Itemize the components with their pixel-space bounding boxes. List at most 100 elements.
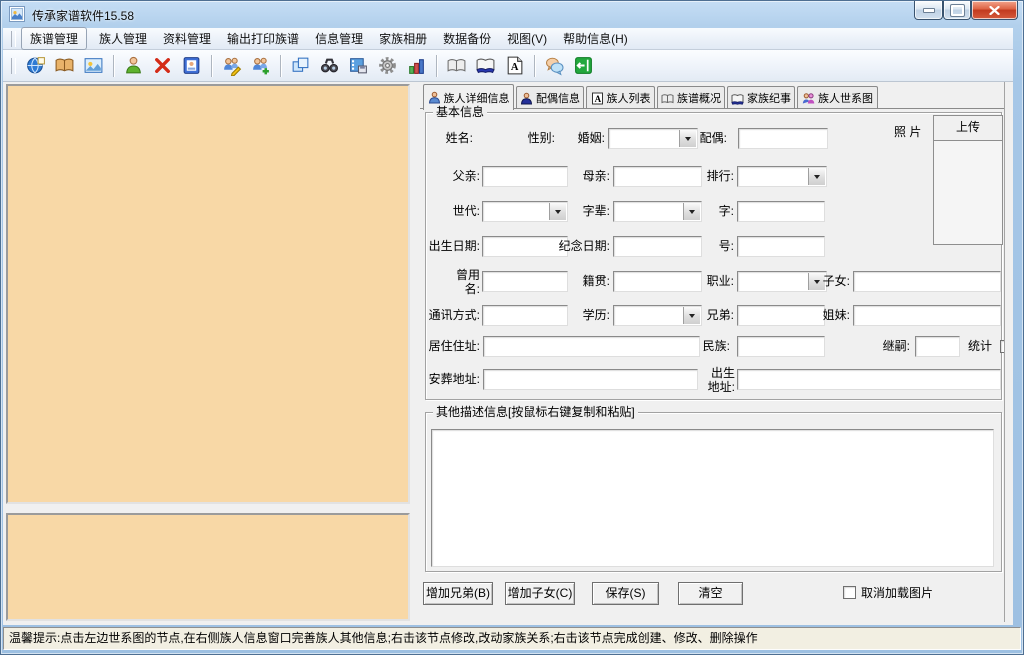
status-bar: 温馨提示:点击左边世系图的节点,在右侧族人信息窗口完善族人其他信息;右击该节点修… bbox=[3, 627, 1021, 650]
description-legend: 其他描述信息[按鼠标右键复制和粘贴] bbox=[433, 405, 638, 419]
statistics-chart-icon[interactable] bbox=[403, 53, 430, 79]
contact-label: 通讯方式: bbox=[422, 308, 480, 322]
hao-label: 号: bbox=[682, 239, 734, 253]
search-binoculars-icon[interactable] bbox=[316, 53, 343, 79]
dropdown-button[interactable] bbox=[679, 130, 696, 147]
hao-input[interactable] bbox=[737, 236, 825, 257]
contacts-book-icon[interactable] bbox=[178, 53, 205, 79]
sisters-input[interactable] bbox=[853, 305, 1001, 326]
chevron-down-icon bbox=[814, 175, 820, 182]
former-name-label: 曾用名: bbox=[445, 268, 480, 296]
ethnicity-input[interactable] bbox=[737, 336, 825, 357]
add-family-icon[interactable] bbox=[247, 53, 274, 79]
menu-item-member-manage[interactable]: 族人管理 bbox=[91, 28, 155, 49]
tab-family-chronicle[interactable]: 家族纪事 bbox=[727, 86, 795, 109]
media-save-icon[interactable] bbox=[345, 53, 372, 79]
menu-item-help[interactable]: 帮助信息(H) bbox=[555, 28, 636, 49]
edit-family-icon[interactable] bbox=[218, 53, 245, 79]
lineage-chart-icon bbox=[802, 92, 815, 105]
close-button[interactable] bbox=[971, 1, 1018, 20]
father-label: 父亲: bbox=[422, 169, 480, 183]
status-text: 温馨提示:点击左边世系图的节点,在右侧族人信息窗口完善族人其他信息;右击该节点修… bbox=[9, 631, 758, 645]
exit-icon[interactable] bbox=[570, 53, 597, 79]
menu-item-info-manage[interactable]: 信息管理 bbox=[307, 28, 371, 49]
heir-label: 继嗣: bbox=[870, 339, 910, 353]
marriage-select[interactable] bbox=[608, 128, 698, 149]
minimize-button[interactable] bbox=[914, 1, 943, 20]
member-list-icon: A bbox=[591, 92, 604, 105]
menu-item-data-backup[interactable]: 数据备份 bbox=[435, 28, 499, 49]
children-label: 子女: bbox=[818, 274, 850, 288]
tab-label: 族人世系图 bbox=[818, 90, 873, 106]
spouse-icon bbox=[520, 92, 533, 105]
toolbar-grip bbox=[11, 58, 16, 74]
settings-gear-icon[interactable] bbox=[374, 53, 401, 79]
toolbar-separator bbox=[436, 55, 437, 77]
name-label: 姓名: bbox=[422, 131, 473, 145]
lineage-overview-canvas[interactable] bbox=[6, 513, 410, 621]
toolbar: A bbox=[3, 50, 1013, 82]
title-bar: 传承家谱软件15.58 bbox=[0, 0, 1024, 28]
sisters-label: 姐妹: bbox=[818, 308, 850, 322]
menu-bar: 族谱管理 族人管理 资料管理 输出打印族谱 信息管理 家族相册 数据备份 视图(… bbox=[3, 28, 1013, 50]
toolbar-separator bbox=[211, 55, 212, 77]
stat-checkbox[interactable] bbox=[1000, 340, 1005, 353]
person-detail-icon bbox=[428, 91, 441, 104]
add-child-button[interactable]: 增加子女(C) bbox=[505, 582, 575, 605]
occupation-select[interactable] bbox=[737, 271, 827, 292]
zi-input[interactable] bbox=[737, 201, 825, 222]
birth-date-label: 出生日期: bbox=[422, 239, 480, 253]
member-detail-panel: 族人详细信息 配偶信息 A 族人列表 族谱概况 家族纪事 族人世系图 bbox=[420, 82, 1005, 622]
occupation-label: 职业: bbox=[682, 274, 734, 288]
lineage-tree-canvas[interactable] bbox=[6, 84, 410, 504]
maximize-button[interactable] bbox=[943, 1, 971, 20]
delete-person-icon[interactable] bbox=[149, 53, 176, 79]
toolbar-separator bbox=[113, 55, 114, 77]
tab-member-list[interactable]: A 族人列表 bbox=[586, 86, 655, 109]
maximize-icon bbox=[951, 5, 964, 16]
world-icon[interactable] bbox=[22, 53, 49, 79]
font-document-icon[interactable]: A bbox=[501, 53, 528, 79]
svg-text:A: A bbox=[511, 62, 519, 73]
zi-label: 字: bbox=[682, 204, 734, 218]
residence-input[interactable] bbox=[483, 336, 700, 357]
genealogy-book-icon[interactable] bbox=[51, 53, 78, 79]
book-gray-icon[interactable] bbox=[443, 53, 470, 79]
menu-item-view[interactable]: 视图(V) bbox=[499, 28, 555, 49]
tab-lineage-chart[interactable]: 族人世系图 bbox=[797, 86, 878, 109]
window-title: 传承家谱软件15.58 bbox=[32, 7, 134, 24]
add-brother-button[interactable]: 增加兄弟(B) bbox=[423, 582, 493, 605]
burial-address-input[interactable] bbox=[483, 369, 698, 390]
app-window: 传承家谱软件15.58 族谱管理 族人管理 资料管理 输出打印族谱 信息管理 家… bbox=[0, 0, 1024, 655]
cancel-load-checkbox[interactable] bbox=[843, 586, 856, 599]
birth-address-input[interactable] bbox=[737, 369, 1001, 390]
clear-button[interactable]: 清空 bbox=[678, 582, 743, 605]
save-button[interactable]: 保存(S) bbox=[592, 582, 659, 605]
tab-label: 族谱概况 bbox=[677, 90, 721, 106]
menu-item-family-album[interactable]: 家族相册 bbox=[371, 28, 435, 49]
education-label: 学历: bbox=[552, 308, 610, 322]
dropdown-button[interactable] bbox=[808, 168, 825, 185]
description-textarea[interactable] bbox=[431, 429, 994, 567]
book-blue-icon[interactable] bbox=[472, 53, 499, 79]
tab-label: 家族纪事 bbox=[747, 90, 791, 106]
spouse-input[interactable] bbox=[738, 128, 828, 149]
tab-spouse-info[interactable]: 配偶信息 bbox=[516, 86, 584, 109]
feedback-chat-icon[interactable] bbox=[541, 53, 568, 79]
chronicle-book-icon bbox=[731, 92, 744, 105]
menu-item-genealogy-manage[interactable]: 族谱管理 bbox=[21, 27, 87, 50]
menu-item-material-manage[interactable]: 资料管理 bbox=[155, 28, 219, 49]
heir-input[interactable] bbox=[915, 336, 960, 357]
memorial-date-label: 纪念日期: bbox=[552, 239, 610, 253]
children-input[interactable] bbox=[853, 271, 1001, 292]
generation-label: 世代: bbox=[422, 204, 480, 218]
rank-select[interactable] bbox=[737, 166, 827, 187]
tab-genealogy-overview[interactable]: 族谱概况 bbox=[657, 86, 725, 109]
menu-item-print-output[interactable]: 输出打印族谱 bbox=[219, 28, 307, 49]
photo-window-icon[interactable] bbox=[80, 53, 107, 79]
cancel-load-label: 取消加载图片 bbox=[861, 586, 971, 600]
add-person-icon[interactable] bbox=[120, 53, 147, 79]
brothers-input[interactable] bbox=[737, 305, 825, 326]
copy-windows-icon[interactable] bbox=[287, 53, 314, 79]
upload-button[interactable]: 上传 bbox=[934, 116, 1002, 141]
